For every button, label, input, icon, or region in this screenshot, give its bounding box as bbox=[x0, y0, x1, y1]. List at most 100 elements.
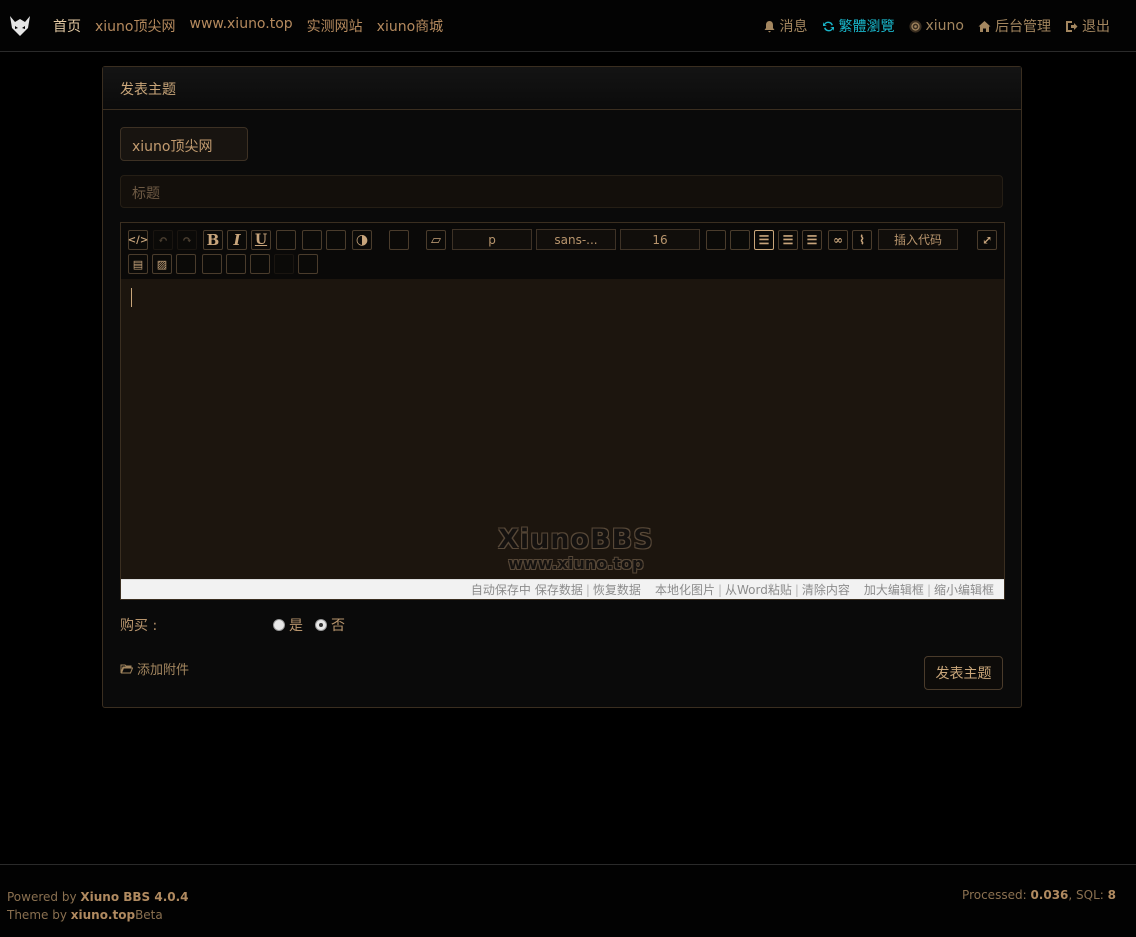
fullscreen-icon[interactable]: ⤢ bbox=[977, 230, 997, 250]
add-attachment-label: 添加附件 bbox=[137, 663, 190, 678]
main-nav: 首页 xiuno顶尖网 www.xiuno.top 实测网站 xiuno商城 bbox=[53, 16, 443, 36]
undo-icon[interactable]: ↶ bbox=[153, 230, 173, 250]
font-family-select[interactable]: sans-... bbox=[536, 229, 616, 250]
username-label: xiuno bbox=[925, 18, 965, 34]
logo-icon[interactable] bbox=[9, 14, 31, 38]
purchase-label: 购买 : bbox=[120, 618, 158, 634]
folder-open-icon bbox=[120, 664, 133, 674]
localize-images-link[interactable]: 本地化图片 bbox=[655, 581, 715, 598]
nav-xiuno-top[interactable]: xiuno顶尖网 bbox=[95, 16, 176, 36]
enlarge-editor-link[interactable]: 加大编辑框 bbox=[864, 581, 924, 598]
contrast-icon[interactable]: ◑ bbox=[352, 230, 372, 250]
save-data-link[interactable]: 保存数据 bbox=[535, 581, 583, 598]
sql-prefix: , SQL: bbox=[1068, 888, 1108, 902]
messages-link[interactable]: 消息 bbox=[763, 16, 808, 36]
rich-text-editor: </> ↶ ↷ B I U ◑ ▱ p sans-... 16 ☰ ☰ ☰ ∞ … bbox=[120, 222, 1005, 600]
link-icon[interactable]: ∞ bbox=[828, 230, 848, 250]
font-size-select[interactable]: 16 bbox=[620, 229, 700, 250]
logout-link[interactable]: 退出 bbox=[1065, 16, 1110, 36]
hidden-content-icon[interactable] bbox=[250, 254, 270, 274]
insert-code-select[interactable]: 插入代码 bbox=[878, 229, 958, 250]
align-left-icon[interactable]: ☰ bbox=[754, 230, 774, 250]
admin-link[interactable]: 后台管理 bbox=[978, 16, 1051, 36]
font-color-icon[interactable] bbox=[389, 230, 409, 250]
processed-time: 0.036 bbox=[1030, 888, 1069, 902]
logout-icon bbox=[1066, 20, 1078, 32]
backcolor-icon[interactable] bbox=[730, 230, 750, 250]
editor-toolbar: </> ↶ ↷ B I U ◑ ▱ p sans-... 16 ☰ ☰ ☰ ∞ … bbox=[121, 223, 1004, 279]
user-nav: 消息 繁體瀏覽 xiuno 后台管理 退出 bbox=[763, 16, 1110, 36]
shrink-editor-link[interactable]: 缩小编辑框 bbox=[934, 581, 994, 598]
nav-test-site[interactable]: 实测网站 bbox=[307, 16, 363, 36]
purchase-no-radio[interactable] bbox=[315, 619, 327, 631]
user-profile-link[interactable]: xiuno bbox=[908, 18, 965, 34]
powered-prefix: Powered by bbox=[7, 890, 81, 904]
align-right-icon[interactable]: ☰ bbox=[802, 230, 822, 250]
emoticon-icon[interactable] bbox=[176, 254, 196, 274]
bell-icon bbox=[764, 20, 774, 32]
restore-data-link[interactable]: 恢复数据 bbox=[593, 581, 641, 598]
clear-content-link[interactable]: 清除内容 bbox=[802, 581, 850, 598]
theme-by-link[interactable]: xiuno.top bbox=[71, 908, 135, 922]
strikethrough-icon[interactable] bbox=[276, 230, 296, 250]
table-icon[interactable] bbox=[202, 254, 222, 274]
logout-label: 退出 bbox=[1082, 19, 1110, 35]
processed-prefix: Processed: bbox=[962, 888, 1031, 902]
italic-icon[interactable]: I bbox=[227, 230, 247, 250]
editor-status-bar: 自动保存中 保存数据 | 恢复数据 本地化图片 | 从Word粘贴 | 清除内容… bbox=[121, 579, 1004, 599]
theme-suffix: Beta bbox=[135, 908, 163, 922]
purchase-yes-label: 是 bbox=[289, 618, 303, 634]
purchase-radio-group: 是 否 bbox=[273, 615, 345, 635]
eraser-icon[interactable]: ▱ bbox=[426, 230, 446, 250]
theme-prefix: Theme by bbox=[7, 908, 71, 922]
underline-icon[interactable]: U bbox=[251, 230, 271, 250]
editor-content-area[interactable]: XiunoBBS www.xiuno.top bbox=[121, 279, 1004, 579]
block-format-select[interactable]: p bbox=[452, 229, 532, 250]
source-code-icon[interactable]: </> bbox=[128, 230, 148, 250]
submit-thread-button[interactable]: 发表主题 bbox=[924, 656, 1003, 690]
video-icon[interactable]: ▤ bbox=[128, 254, 148, 274]
page-footer: Powered by Xiuno BBS 4.0.4 Theme by xiun… bbox=[0, 864, 1136, 937]
more-tools-icon[interactable] bbox=[298, 254, 318, 274]
refresh-icon bbox=[822, 21, 834, 31]
messages-label: 消息 bbox=[779, 19, 808, 35]
avatar-icon bbox=[908, 19, 922, 33]
image-icon[interactable]: ▨ bbox=[152, 254, 172, 274]
superscript-icon[interactable] bbox=[302, 230, 322, 250]
nav-home[interactable]: 首页 bbox=[53, 16, 81, 36]
purchase-no-label: 否 bbox=[331, 618, 345, 634]
traditional-label: 繁體瀏覽 bbox=[838, 19, 895, 35]
purchase-yes-option[interactable]: 是 bbox=[273, 615, 303, 635]
watermark-title: XiunoBBS bbox=[498, 524, 654, 555]
powered-by-link[interactable]: Xiuno BBS 4.0.4 bbox=[80, 890, 188, 904]
sql-count: 8 bbox=[1107, 888, 1116, 902]
top-navbar: 首页 xiuno顶尖网 www.xiuno.top 实测网站 xiuno商城 消… bbox=[0, 0, 1136, 52]
watermark-url: www.xiuno.top bbox=[508, 554, 644, 573]
purchase-yes-radio[interactable] bbox=[273, 619, 285, 631]
traditional-chinese-link[interactable]: 繁體瀏覽 bbox=[822, 16, 895, 36]
redo-icon[interactable]: ↷ bbox=[177, 230, 197, 250]
horizontal-rule-icon[interactable] bbox=[226, 254, 246, 274]
nav-www-xiuno-top[interactable]: www.xiuno.top bbox=[190, 16, 293, 36]
title-input[interactable]: 标题 bbox=[120, 175, 1003, 208]
footer-credits: Powered by Xiuno BBS 4.0.4 Theme by xiun… bbox=[7, 888, 189, 924]
autosave-status: 自动保存中 bbox=[470, 583, 531, 597]
forecolor-icon[interactable] bbox=[706, 230, 726, 250]
unlink-icon[interactable]: ⌇ bbox=[852, 230, 872, 250]
attachment-insert-icon[interactable] bbox=[274, 254, 294, 274]
admin-label: 后台管理 bbox=[995, 19, 1051, 35]
subscript-icon[interactable] bbox=[326, 230, 346, 250]
card-title: 发表主题 bbox=[103, 67, 1021, 110]
forum-select[interactable]: xiuno顶尖网 bbox=[120, 127, 248, 161]
watermark: XiunoBBS www.xiuno.top bbox=[498, 525, 654, 573]
footer-stats: Processed: 0.036, SQL: 8 bbox=[962, 888, 1116, 902]
purchase-no-option[interactable]: 否 bbox=[315, 615, 345, 635]
nav-xiuno-store[interactable]: xiuno商城 bbox=[377, 16, 444, 36]
text-caret bbox=[131, 288, 132, 307]
paste-word-link[interactable]: 从Word粘贴 bbox=[725, 581, 792, 598]
align-center-icon[interactable]: ☰ bbox=[778, 230, 798, 250]
bold-icon[interactable]: B bbox=[203, 230, 223, 250]
add-attachment-link[interactable]: 添加附件 bbox=[120, 659, 189, 678]
home-icon bbox=[978, 20, 991, 32]
post-thread-card: 发表主题 xiuno顶尖网 标题 </> ↶ ↷ B I U ◑ ▱ p san… bbox=[102, 66, 1022, 708]
